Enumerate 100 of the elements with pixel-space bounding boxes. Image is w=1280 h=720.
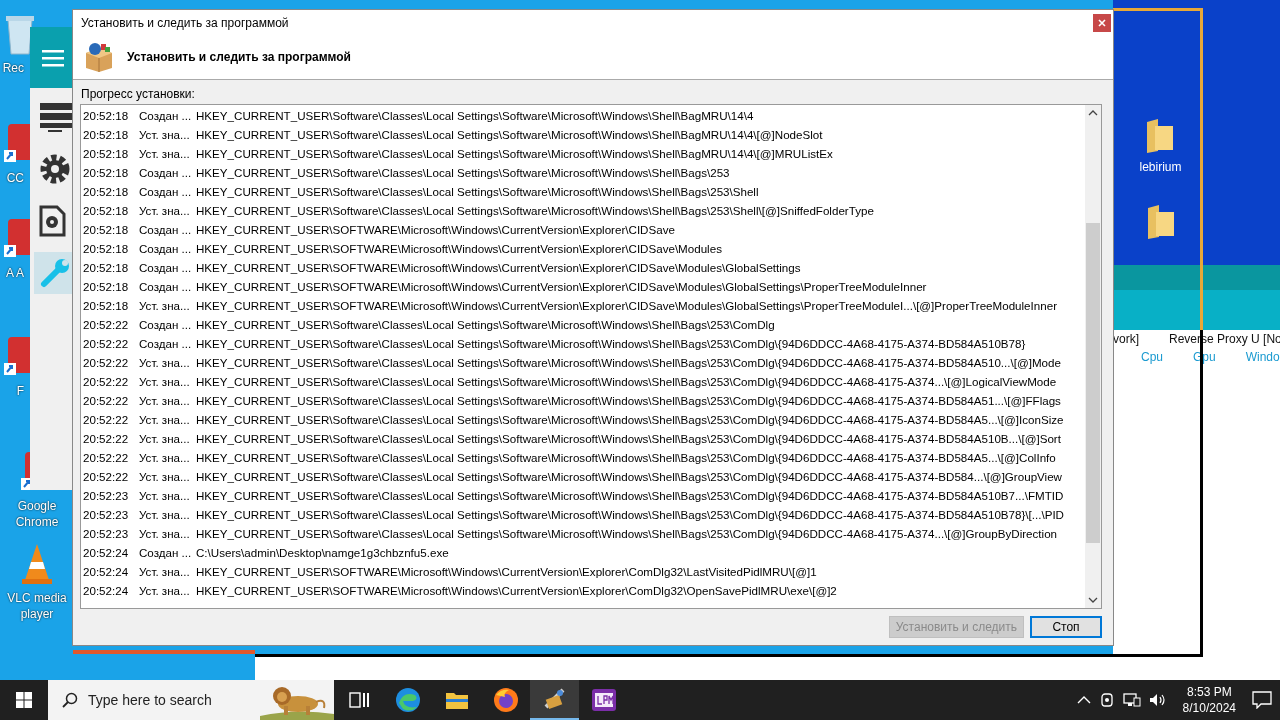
firefox-icon[interactable]: [492, 687, 519, 713]
log-time: 20:52:23: [83, 527, 130, 540]
app-icon[interactable]: [590, 688, 617, 712]
log-action: Уст. зна...: [139, 299, 191, 312]
log-path: HKEY_CURRENT_USER\Software\Classes\Local Settings\Software\Microsoft\Windows\Shell\Bags\253\Shell: [196, 185, 759, 198]
log-time: 20:52:18: [83, 109, 130, 122]
icon-label[interactable]: CC: [2, 170, 24, 186]
log-time: 20:52:18: [83, 128, 130, 141]
log-time: 20:52:22: [83, 375, 130, 388]
folder-icon[interactable]: [444, 690, 469, 710]
clock[interactable]: 8:53 PM 8/10/2024: [1174, 684, 1244, 716]
log-path: HKEY_CURRENT_USER\Software\Classes\Local Settings\Software\Microsoft\Windows\Shell\Bags\253\ComDlg\{94D6DDCC-4A68-4175-A374-BD584...\[@]GroupView: [196, 470, 1062, 483]
log-path: HKEY_CURRENT_USER\Software\Classes\Local Settings\Software\Microsoft\Windows\Shell\BagMRU\14\4: [196, 109, 754, 122]
dialog-heading: Установить и следить за программой: [127, 50, 351, 64]
search-field[interactable]: Type here to search: [48, 680, 334, 720]
folder-icon[interactable]: [1146, 204, 1175, 240]
notification-icon[interactable]: [1252, 691, 1272, 709]
log-action: Уст. зна...: [139, 147, 191, 160]
log-path: HKEY_CURRENT_USER\Software\Classes\Local Settings\Software\Microsoft\Windows\Shell\Bags\253\Shell\[@]SniffedFolderType: [196, 204, 874, 217]
network-icon[interactable]: [1122, 692, 1141, 708]
log-path: HKEY_CURRENT_USER\Software\Classes\Local Settings\Software\Microsoft\Windows\Shell\Bags\253\ComDlg\{94D6DDCC-4A68-4175-A374...\[@]GroupByDirection: [196, 527, 1058, 540]
log-time: 20:52:18: [83, 166, 130, 179]
log-time: 20:52:24: [83, 546, 130, 559]
document-gear-icon[interactable]: [38, 205, 66, 237]
log-path: HKEY_CURRENT_USER\Software\Classes\Local Settings\Software\Microsoft\Windows\Shell\Bags\253\ComDlg\{94D6DDCC-4A68-4175-A374-BD584A510B...\[@]Sort: [196, 432, 1061, 445]
icon-label[interactable]: Rec: [2, 60, 24, 76]
icon-label[interactable]: Google Chrome: [7, 498, 67, 530]
log-path: HKEY_CURRENT_USER\SOFTWARE\Microsoft\Windows\CurrentVersion\Explorer\ComDlg32\OpenSavePidlMRU\exe\[@]2: [196, 584, 837, 597]
log-time: 20:52:22: [83, 337, 130, 350]
log-time: 20:52:18: [83, 299, 130, 312]
log-action: Уст. зна...: [139, 204, 191, 217]
log-action: Создан ...: [139, 166, 193, 179]
icon-label[interactable]: A A: [2, 265, 24, 281]
log-time: 20:52:23: [83, 489, 130, 502]
wand-icon[interactable]: [542, 687, 567, 711]
log-time: 20:52:22: [83, 356, 130, 369]
menu-icon[interactable]: [42, 48, 64, 67]
log-action: Создан ...: [139, 109, 193, 122]
log-path: HKEY_CURRENT_USER\SOFTWARE\Microsoft\Windows\CurrentVersion\Explorer\CIDSave\Modules: [196, 242, 722, 255]
log-time: 20:52:22: [83, 432, 130, 445]
log-path: HKEY_CURRENT_USER\Software\Classes\Local Settings\Software\Microsoft\Windows\Shell\Bags\253\ComDlg\{94D6DDCC-4A68-4175-A374-BD584A51...\[@]FFlags: [196, 394, 1061, 407]
log-action: Уст. зна...: [139, 565, 191, 578]
log-action: Уст. зна...: [139, 413, 191, 426]
log-action: Создан ...: [139, 280, 193, 293]
log-action: Создан ...: [139, 261, 193, 274]
traffic-cone-icon: [19, 542, 55, 586]
log-path: HKEY_CURRENT_USER\SOFTWARE\Microsoft\Windows\CurrentVersion\Explorer\CIDSave\Modules\GlobalSettings\ProperTreeModuleInner: [196, 280, 927, 293]
icon-label[interactable]: lebirium: [1139, 160, 1182, 174]
log-action: Уст. зна...: [139, 527, 191, 540]
dialog-button[interactable]: Стоп: [1030, 616, 1102, 638]
log-time: 20:52:23: [83, 508, 130, 521]
folder-icon[interactable]: [1146, 118, 1175, 154]
volume-icon[interactable]: [1148, 692, 1167, 708]
log-time: 20:52:18: [83, 261, 130, 274]
icon-label[interactable]: F: [2, 383, 24, 399]
log-path: HKEY_CURRENT_USER\Software\Classes\Local Settings\Software\Microsoft\Windows\Shell\Bags\253\ComDlg\{94D6DDCC-4A68-4175-A374-BD584A510B78}: [196, 337, 1026, 350]
column-label: Cpu: [1141, 350, 1163, 364]
log-action: Уст. зна...: [139, 451, 191, 464]
log-time: 20:52:24: [83, 584, 130, 597]
log-path: HKEY_CURRENT_USER\Software\Classes\Local Settings\Software\Microsoft\Windows\Shell\Bags\253\ComDlg\{94D6DDCC-4A68-4175-A374-BD584A510B7...\FMTID: [196, 489, 1064, 502]
log-path: HKEY_CURRENT_USER\Software\Classes\Local Settings\Software\Microsoft\Windows\Shell\Bags\253\ComDlg\{94D6DDCC-4A68-4175-A374-BD584A5...\[@]ColInfo: [196, 451, 1056, 464]
log-action: Уст. зна...: [139, 508, 191, 521]
log-action: Уст. зна...: [139, 432, 191, 445]
log-path: HKEY_CURRENT_USER\Software\Classes\Local Settings\Software\Microsoft\Windows\Shell\Bags\253\ComDlg: [196, 318, 775, 331]
log-time: 20:52:18: [83, 147, 130, 160]
scroll-thumb[interactable]: [1086, 223, 1100, 543]
log-time: 20:52:22: [83, 413, 130, 426]
window-title: Установить и следить за программой: [81, 15, 289, 30]
log-action: Создан ...: [139, 185, 193, 198]
task-view-icon[interactable]: [348, 691, 369, 709]
log-action: Уст. зна...: [139, 470, 191, 483]
browser-icon[interactable]: [394, 687, 421, 713]
search-icon: [62, 692, 78, 708]
column-header: vork]: [1113, 332, 1139, 346]
close-icon[interactable]: [1098, 18, 1106, 27]
icon-label[interactable]: VLC media player: [7, 590, 67, 622]
log-action: Создан ...: [139, 223, 193, 236]
log-time: 20:52:22: [83, 470, 130, 483]
package-icon: [83, 41, 115, 73]
log-action: Создан ...: [139, 242, 193, 255]
log-time: 20:52:18: [83, 242, 130, 255]
log-action: Создан ...: [139, 318, 193, 331]
log-action: Уст. зна...: [139, 489, 191, 502]
progress-label: Прогресс установки:: [80, 86, 196, 103]
log-time: 20:52:22: [83, 318, 130, 331]
log-path: HKEY_CURRENT_USER\Software\Classes\Local Settings\Software\Microsoft\Windows\Shell\Bags\253: [196, 166, 730, 179]
log-path: HKEY_CURRENT_USER\SOFTWARE\Microsoft\Windows\CurrentVersion\Explorer\CIDSave\Modules\GlobalSettings: [196, 261, 801, 274]
log-action: Уст. зна...: [139, 356, 191, 369]
chevron-up-icon[interactable]: [1076, 695, 1091, 705]
log-time: 20:52:22: [83, 394, 130, 407]
log-time: 20:52:22: [83, 451, 130, 464]
log-action: Создан ...: [139, 337, 193, 350]
log-time: 20:52:18: [83, 185, 130, 198]
log-action: Уст. зна...: [139, 375, 191, 388]
log-time: 20:52:24: [83, 565, 130, 578]
column-label: Windo: [1245, 350, 1280, 364]
log-action: Уст. зна...: [139, 128, 191, 141]
close-button[interactable]: [1093, 13, 1111, 32]
log-path: HKEY_CURRENT_USER\SOFTWARE\Microsoft\Windows\CurrentVersion\Explorer\CIDSave: [196, 223, 675, 236]
log-action: Создан ...: [139, 546, 193, 559]
